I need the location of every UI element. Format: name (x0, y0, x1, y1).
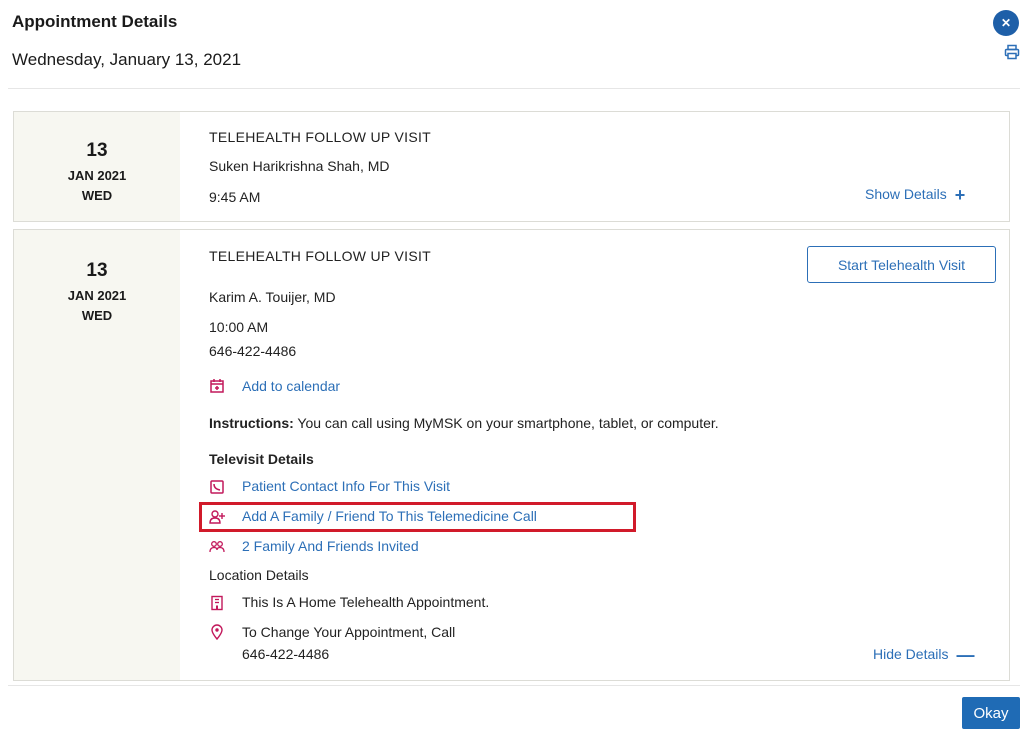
hide-details-label: Hide Details (873, 646, 949, 662)
appointment-date-block: 13 JAN 2021 WED (14, 112, 180, 221)
instructions-text: You can call using MyMSK on your smartph… (293, 415, 719, 431)
show-details-toggle[interactable]: Show Details + (865, 185, 965, 206)
instructions: Instructions: You can call using MyMSK o… (209, 415, 719, 431)
instructions-label: Instructions: (209, 415, 294, 431)
group-icon (209, 541, 225, 553)
patient-contact-info-link[interactable]: Patient Contact Info For This Visit (242, 478, 450, 494)
location-text: This Is A Home Telehealth Appointment. (242, 594, 490, 610)
hide-details-toggle[interactable]: Hide Details — (873, 645, 974, 666)
appointment-date-block: 13 JAN 2021 WED (14, 230, 180, 680)
appointment-card: 13 JAN 2021 WED TELEHEALTH FOLLOW UP VIS… (13, 229, 1010, 681)
highlight-box (199, 502, 636, 532)
start-telehealth-visit-button[interactable]: Start Telehealth Visit (807, 246, 996, 283)
provider-name: Karim A. Touijer, MD (209, 289, 336, 305)
building-icon (211, 595, 223, 611)
minus-icon: — (956, 645, 975, 665)
add-to-calendar-link[interactable]: Add to calendar (242, 378, 340, 394)
okay-button[interactable]: Okay (962, 697, 1020, 729)
dialog-date: Wednesday, January 13, 2021 (12, 50, 242, 69)
televisit-details-heading: Televisit Details (209, 451, 314, 467)
appointment-day: 13 (86, 140, 108, 161)
visit-type: TELEHEALTH FOLLOW UP VISIT (209, 248, 431, 264)
print-button[interactable] (1004, 44, 1022, 62)
appointment-card: 13 JAN 2021 WED TELEHEALTH FOLLOW UP VIS… (13, 111, 1010, 222)
appointment-weekday: WED (81, 188, 113, 203)
dialog-title: Appointment Details (12, 12, 178, 31)
phone-icon (210, 480, 224, 494)
change-appointment-text: To Change Your Appointment, Call (242, 624, 456, 640)
appointment-month-year: JAN 2021 (67, 168, 127, 183)
appointment-month-year: JAN 2021 (67, 288, 127, 303)
appointment-day: 13 (86, 260, 108, 281)
provider-name: Suken Harikrishna Shah, MD (209, 158, 390, 174)
visit-type: TELEHEALTH FOLLOW UP VISIT (209, 129, 431, 145)
map-pin-icon (211, 624, 223, 640)
appointment-phone: 646-422-4486 (209, 343, 297, 359)
close-button[interactable]: ✕ (993, 10, 1019, 36)
appointment-time: 10:00 AM (209, 319, 269, 335)
print-icon (1004, 44, 1020, 60)
show-details-label: Show Details (865, 186, 947, 202)
location-details-heading: Location Details (209, 567, 309, 583)
appointment-weekday: WED (81, 308, 113, 323)
plus-icon: + (954, 185, 966, 205)
appointment-time: 9:45 AM (209, 189, 261, 205)
change-appointment-phone: 646-422-4486 (242, 646, 330, 662)
close-icon: ✕ (1000, 16, 1012, 30)
calendar-add-icon (210, 379, 224, 393)
family-invited-link[interactable]: 2 Family And Friends Invited (242, 538, 419, 554)
